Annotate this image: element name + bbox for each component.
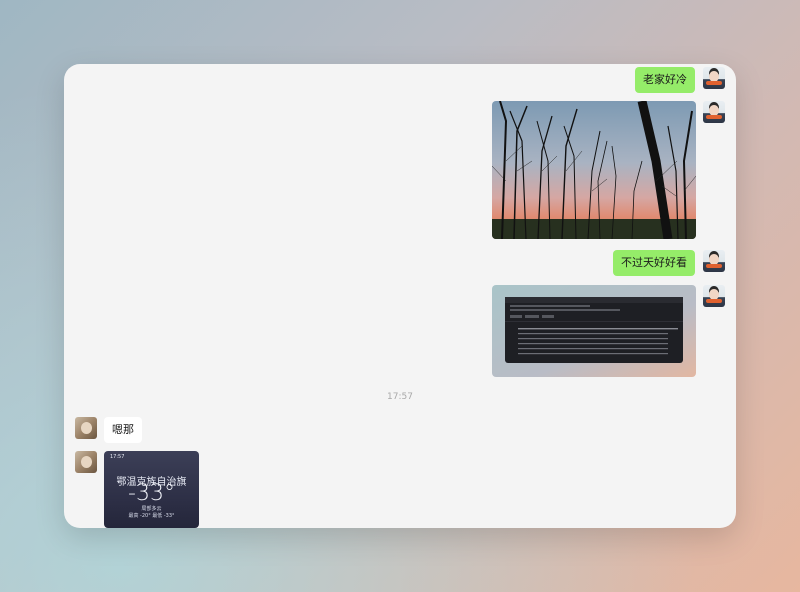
photo-winter-trees bbox=[492, 101, 696, 239]
self-avatar[interactable] bbox=[703, 250, 725, 272]
message-bubble-self[interactable]: 老家好冷 bbox=[635, 67, 695, 93]
contact-avatar[interactable] bbox=[75, 451, 97, 473]
image-message-screenshot[interactable] bbox=[492, 285, 696, 377]
self-avatar[interactable] bbox=[703, 67, 725, 89]
chat-window: 老家好冷 不过天好好看 17:57 嗯那 17:57 鄂温克族自治旗 -33° … bbox=[64, 64, 736, 528]
weather-range: 最高 -20° 最低 -33° bbox=[128, 513, 175, 519]
status-bar-time: 17:57 bbox=[110, 454, 125, 460]
photo-screenshot bbox=[492, 285, 696, 377]
weather-condition: 局部多云 bbox=[141, 506, 162, 512]
weather-temperature: -33° bbox=[128, 481, 175, 506]
image-message-trees[interactable] bbox=[492, 101, 696, 239]
message-bubble-self[interactable]: 不过天好好看 bbox=[613, 250, 695, 276]
contact-avatar[interactable] bbox=[75, 417, 97, 439]
self-avatar[interactable] bbox=[703, 285, 725, 307]
message-bubble-other[interactable]: 嗯那 bbox=[104, 417, 142, 443]
image-message-weather[interactable]: 17:57 鄂温克族自治旗 -33° 局部多云 最高 -20° 最低 -33° bbox=[104, 451, 199, 528]
message-timestamp: 17:57 bbox=[387, 392, 413, 402]
self-avatar[interactable] bbox=[703, 101, 725, 123]
